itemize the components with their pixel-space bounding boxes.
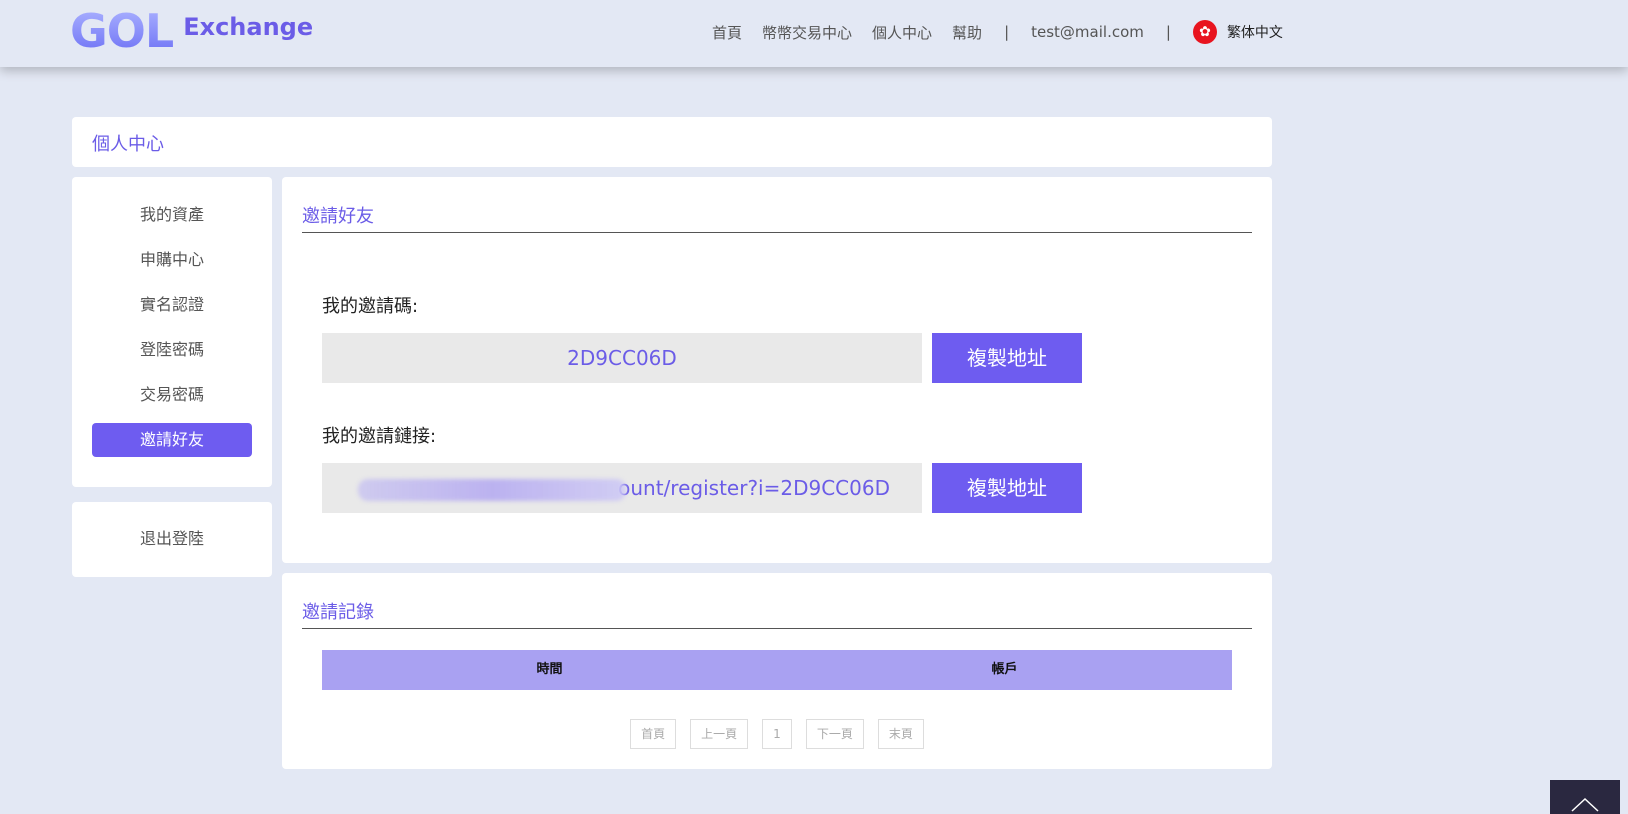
invite-link-text: ount/register?i=2D9CC06D [618, 476, 890, 500]
pager-page-button[interactable]: 1 [762, 719, 792, 749]
pager-first-button[interactable]: 首頁 [630, 719, 677, 749]
page-title: 個人中心 [92, 134, 164, 155]
logout-panel: 退出登陸 [72, 502, 272, 577]
copy-invite-link-button[interactable]: 複製地址 [932, 463, 1082, 513]
pager-last-button[interactable]: 末頁 [877, 719, 924, 749]
nav-help[interactable]: 幫助 [952, 22, 982, 43]
main-nav: 首頁 幣幣交易中心 個人中心 幫助 | test@mail.com | ✿ 繁体… [712, 20, 1283, 44]
language-selector[interactable]: 繁体中文 [1227, 22, 1283, 42]
invite-records-panel: 邀請記錄 時間 帳戶 首頁 上一頁 1 下一頁 末頁 [282, 573, 1272, 769]
nav-home[interactable]: 首頁 [712, 22, 742, 43]
sidebar-item-identity-verification[interactable]: 實名認證 [92, 288, 252, 322]
invite-code-label: 我的邀請碼: [322, 296, 419, 317]
records-table-header: 時間 帳戶 [322, 650, 1232, 690]
redacted-blur [358, 479, 626, 501]
records-section-title: 邀請記錄 [302, 602, 374, 623]
brand-logo[interactable]: GOL Exchange [70, 8, 313, 54]
sidebar-item-subscription-center[interactable]: 申購中心 [92, 243, 252, 277]
sidebar-item-login-password[interactable]: 登陸密碼 [92, 333, 252, 367]
back-to-top-button[interactable] [1550, 780, 1620, 814]
chevron-up-icon [1571, 797, 1599, 812]
sidebar-menu: 我的資產 申購中心 實名認證 登陸密碼 交易密碼 邀請好友 [72, 177, 272, 487]
column-header-time: 時間 [536, 662, 563, 677]
sidebar-item-trade-password[interactable]: 交易密碼 [92, 378, 252, 412]
nav-divider: | [1004, 23, 1010, 41]
invite-code-field[interactable]: 2D9CC06D [322, 333, 922, 383]
nav-divider: | [1165, 23, 1171, 41]
invite-section-title: 邀請好友 [302, 206, 374, 227]
column-header-account: 帳戶 [991, 662, 1018, 677]
pager-prev-button[interactable]: 上一頁 [690, 719, 749, 749]
logout-button[interactable]: 退出登陸 [92, 522, 252, 556]
top-header: GOL Exchange 首頁 幣幣交易中心 個人中心 幫助 | test@ma… [0, 0, 1628, 67]
invite-link-label: 我的邀請鏈接: [322, 426, 437, 447]
sidebar-item-my-assets[interactable]: 我的資產 [92, 198, 252, 232]
copy-invite-code-button[interactable]: 複製地址 [932, 333, 1082, 383]
nav-trade-center[interactable]: 幣幣交易中心 [762, 22, 852, 43]
logo-mark: GOL [70, 4, 174, 58]
logo-text: Exchange [183, 13, 314, 41]
section-divider [302, 628, 1252, 629]
invite-link-field[interactable]: ount/register?i=2D9CC06D [322, 463, 922, 513]
breadcrumb: 個人中心 [72, 117, 1272, 167]
hong-kong-flag-icon[interactable]: ✿ [1192, 20, 1217, 44]
pager-next-button[interactable]: 下一頁 [805, 719, 864, 749]
nav-personal-center[interactable]: 個人中心 [872, 22, 932, 43]
nav-user-email[interactable]: test@mail.com [1031, 23, 1144, 41]
sidebar-item-invite-friends[interactable]: 邀請好友 [92, 423, 252, 457]
pagination: 首頁 上一頁 1 下一頁 末頁 [282, 719, 1272, 749]
invite-friends-panel: 邀請好友 我的邀請碼: 2D9CC06D 複製地址 我的邀請鏈接: ount/r… [282, 177, 1272, 563]
section-divider [302, 232, 1252, 233]
